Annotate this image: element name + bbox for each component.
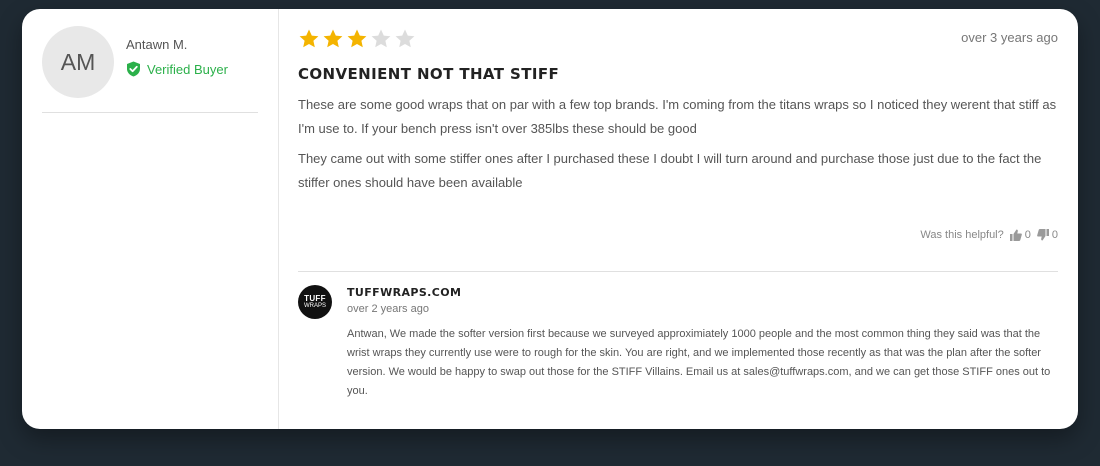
divider — [42, 112, 258, 113]
review-content: over 3 years ago CONVENIENT NOT THAT STI… — [298, 9, 1058, 429]
reviewer-panel: AM Antawn M. Verified Buyer — [22, 9, 279, 429]
star-icon — [371, 29, 391, 48]
review-card: AM Antawn M. Verified Buyer over 3 years… — [22, 9, 1078, 429]
logo-text: TUFF — [304, 293, 326, 303]
verified-badge: Verified Buyer — [126, 61, 228, 77]
review-paragraph: These are some good wraps that on par wi… — [298, 97, 1057, 136]
review-date: over 3 years ago — [961, 30, 1058, 45]
star-icon — [347, 29, 367, 48]
thumbs-up-icon — [1009, 229, 1022, 241]
thumbs-down-icon — [1037, 229, 1049, 241]
upvote-button[interactable]: 0 — [1009, 229, 1031, 241]
store-logo: TUFF WRAPS — [298, 285, 332, 319]
reply-text: Antwan, We made the softer version first… — [347, 328, 1051, 397]
reviewer-name: Antawn M. — [126, 37, 188, 52]
downvote-button[interactable]: 0 — [1037, 229, 1058, 241]
avatar: AM — [42, 26, 114, 98]
avatar-initials: AM — [60, 48, 96, 75]
star-icon — [323, 29, 343, 48]
star-icon — [395, 29, 415, 48]
star-icon — [299, 29, 319, 48]
star-rating — [298, 28, 416, 50]
helpful-label: Was this helpful? — [920, 229, 1004, 241]
verified-label: Verified Buyer — [147, 61, 228, 77]
shield-check-icon — [127, 61, 140, 77]
divider — [298, 271, 1058, 272]
review-title: CONVENIENT NOT THAT STIFF — [298, 65, 560, 83]
reply-date: over 2 years ago — [347, 303, 429, 315]
logo-subtext: WRAPS — [303, 302, 326, 309]
downvote-count: 0 — [1051, 229, 1058, 241]
reply-author: TUFFWRAPS.COM — [347, 286, 462, 299]
upvote-count: 0 — [1024, 229, 1031, 241]
review-paragraph: They came out with some stiffer ones aft… — [298, 151, 1042, 190]
helpful-section: Was this helpful? 0 0 — [920, 229, 1058, 241]
